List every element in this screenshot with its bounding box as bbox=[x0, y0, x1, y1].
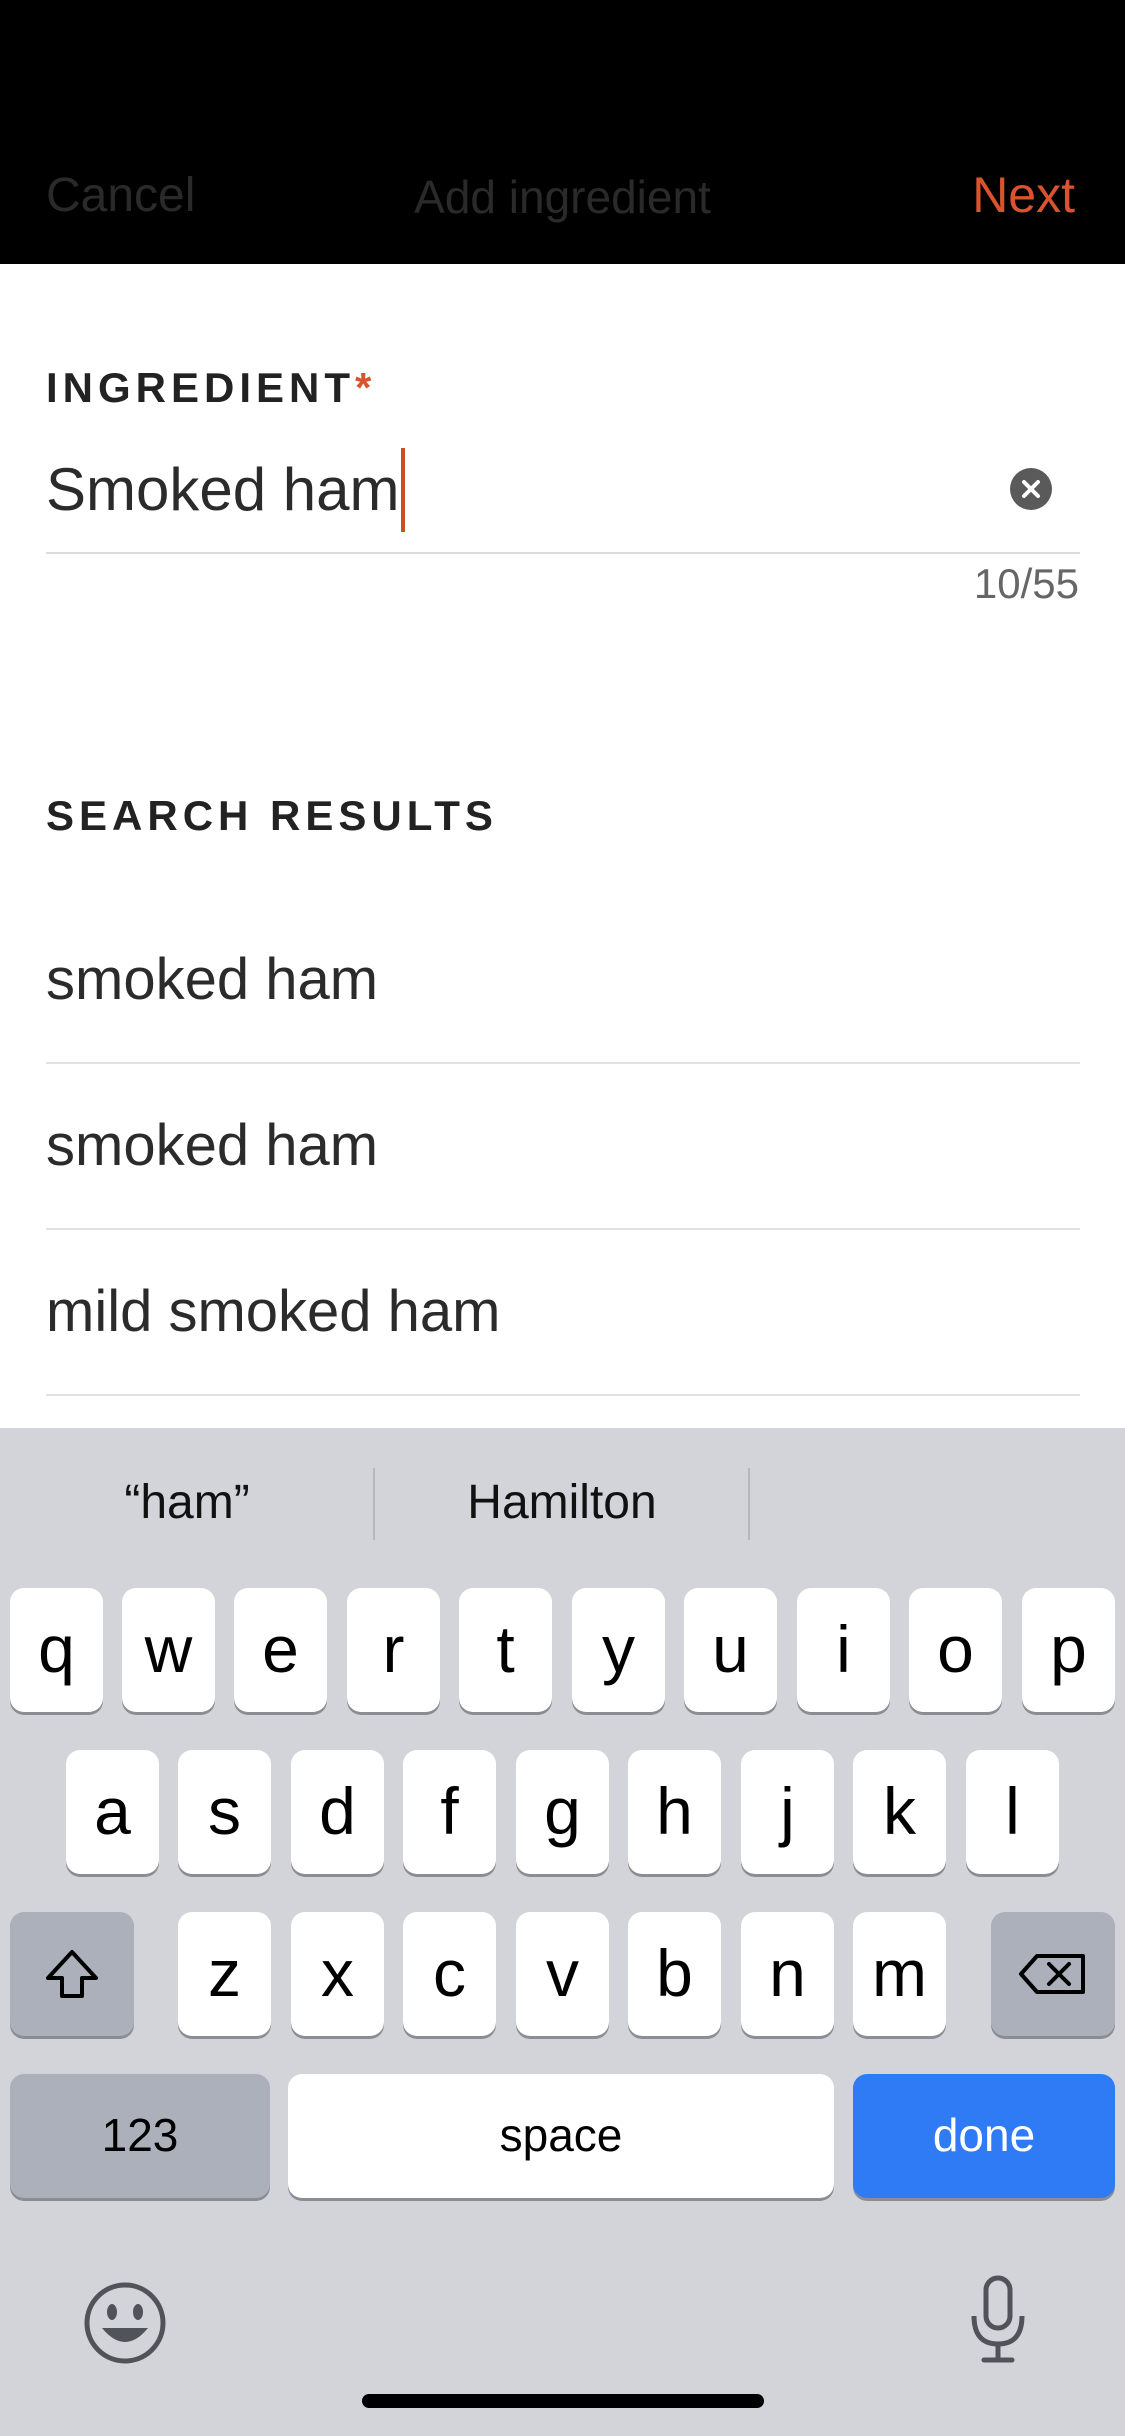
key-c[interactable]: c bbox=[403, 1912, 496, 2036]
key-d[interactable]: d bbox=[291, 1750, 384, 1874]
key-e[interactable]: e bbox=[234, 1588, 327, 1712]
ingredient-input-value[interactable]: Smoked ham bbox=[46, 448, 405, 536]
ingredient-input-text: Smoked ham bbox=[46, 455, 400, 523]
key-h[interactable]: h bbox=[628, 1750, 721, 1874]
key-i[interactable]: i bbox=[797, 1588, 890, 1712]
emoji-icon[interactable] bbox=[80, 2278, 170, 2368]
backspace-key[interactable] bbox=[991, 1912, 1115, 2036]
key-f[interactable]: f bbox=[403, 1750, 496, 1874]
key-g[interactable]: g bbox=[516, 1750, 609, 1874]
key-b[interactable]: b bbox=[628, 1912, 721, 2036]
key-n[interactable]: n bbox=[741, 1912, 834, 2036]
key-a[interactable]: a bbox=[66, 1750, 159, 1874]
space-key[interactable]: space bbox=[288, 2074, 834, 2198]
backspace-icon bbox=[1019, 1954, 1085, 1994]
search-results-list: smoked ham smoked ham mild smoked ham bbox=[46, 898, 1080, 1396]
list-item-label: mild smoked ham bbox=[46, 1279, 501, 1344]
list-item[interactable]: smoked ham bbox=[46, 1064, 1080, 1230]
character-counter: 10/55 bbox=[973, 560, 1079, 607]
suggestion-bar: “ham” Hamilton bbox=[0, 1428, 1125, 1578]
key-x[interactable]: x bbox=[291, 1912, 384, 2036]
done-key[interactable]: done bbox=[853, 2074, 1115, 2198]
list-item-label: smoked ham bbox=[46, 1113, 379, 1178]
key-r[interactable]: r bbox=[347, 1588, 440, 1712]
key-k[interactable]: k bbox=[853, 1750, 946, 1874]
numbers-key[interactable]: 123 bbox=[10, 2074, 270, 2198]
shift-icon bbox=[46, 1950, 98, 1998]
shift-key[interactable] bbox=[10, 1912, 134, 2036]
list-item-label: smoked ham bbox=[46, 947, 379, 1012]
key-q[interactable]: q bbox=[10, 1588, 103, 1712]
key-m[interactable]: m bbox=[853, 1912, 946, 2036]
suggestion-1[interactable]: “ham” bbox=[0, 1428, 374, 1578]
suggestion-2[interactable]: Hamilton bbox=[375, 1428, 749, 1578]
key-y[interactable]: y bbox=[572, 1588, 665, 1712]
key-z[interactable]: z bbox=[178, 1912, 271, 2036]
search-results-heading: SEARCH RESULTS bbox=[46, 792, 498, 839]
page-title: Add ingredient bbox=[414, 171, 711, 223]
text-caret bbox=[400, 448, 405, 532]
key-j[interactable]: j bbox=[741, 1750, 834, 1874]
key-o[interactable]: o bbox=[909, 1588, 1002, 1712]
required-marker: * bbox=[355, 364, 372, 411]
key-s[interactable]: s bbox=[178, 1750, 271, 1874]
suggestion-3[interactable] bbox=[750, 1428, 1124, 1578]
home-indicator[interactable] bbox=[362, 2394, 764, 2408]
microphone-icon[interactable] bbox=[966, 2272, 1030, 2368]
keyboard: “ham” Hamilton q w e r t y u i o p a s d… bbox=[0, 1428, 1125, 2436]
list-item[interactable]: mild smoked ham bbox=[46, 1230, 1080, 1396]
ingredient-label: INGREDIENT* bbox=[46, 364, 371, 412]
key-w[interactable]: w bbox=[122, 1588, 215, 1712]
key-l[interactable]: l bbox=[966, 1750, 1059, 1874]
ingredient-label-text: INGREDIENT bbox=[46, 364, 356, 411]
clear-icon[interactable] bbox=[1010, 468, 1052, 510]
ingredient-input[interactable]: Smoked ham bbox=[46, 440, 1080, 554]
key-v[interactable]: v bbox=[516, 1912, 609, 2036]
key-t[interactable]: t bbox=[459, 1588, 552, 1712]
nav-bar: Cancel Add ingredient Next bbox=[0, 0, 1125, 264]
next-button[interactable]: Next bbox=[972, 166, 1075, 224]
key-u[interactable]: u bbox=[684, 1588, 777, 1712]
list-item[interactable]: smoked ham bbox=[46, 898, 1080, 1064]
key-p[interactable]: p bbox=[1022, 1588, 1115, 1712]
